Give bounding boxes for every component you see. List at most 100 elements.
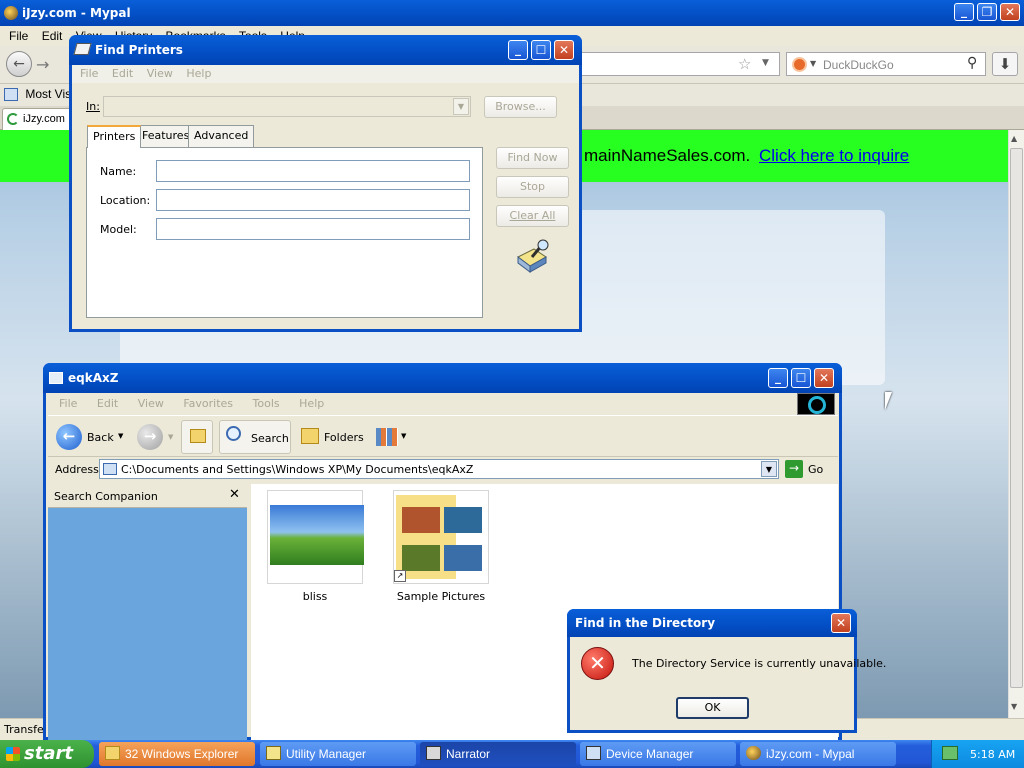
clock[interactable]: 5:18 AM — [970, 748, 1015, 761]
task-device-manager[interactable]: Device Manager — [580, 742, 736, 766]
explorer-title-bar[interactable]: eqkAxZ _ ☐ ✕ — [43, 363, 842, 393]
utility-manager-icon — [266, 746, 281, 760]
page-scrollbar[interactable]: ▲ ▼ — [1008, 130, 1024, 718]
fp-in-dropdown-arrow-icon[interactable]: ▼ — [453, 98, 469, 115]
file-item-name: bliss — [302, 590, 328, 603]
scroll-up-icon[interactable]: ▲ — [1011, 134, 1017, 143]
fp-close-button[interactable]: ✕ — [554, 40, 574, 60]
magnifier-printer-icon — [517, 239, 549, 273]
ex-menu-view[interactable]: View — [133, 397, 169, 410]
duckduckgo-icon[interactable] — [792, 57, 807, 72]
ok-button[interactable]: OK — [676, 697, 749, 719]
fp-menu-help[interactable]: Help — [181, 67, 216, 80]
menu-file[interactable]: File — [4, 29, 33, 43]
back-button[interactable]: ← Back ▼ — [56, 424, 126, 450]
banner-text: mainNameSales.com. — [584, 146, 751, 165]
file-item[interactable]: bliss — [267, 488, 365, 603]
scroll-down-icon[interactable]: ▼ — [1011, 702, 1017, 711]
tab-printers[interactable]: Printers — [87, 125, 142, 148]
browser-title-bar[interactable]: iJzy.com - Mypal _ ❐ ✕ — [0, 0, 1024, 26]
ex-menu-tools[interactable]: Tools — [248, 397, 285, 410]
address-input[interactable]: C:\Documents and Settings\Windows XP\My … — [99, 459, 779, 479]
device-manager-icon — [586, 746, 601, 760]
network-icon[interactable] — [942, 746, 958, 760]
ex-maximize-button[interactable]: ☐ — [791, 368, 811, 388]
find-printers-title-bar[interactable]: Find Printers _ ☐ ✕ — [69, 35, 582, 65]
tab-label: iJzy.com — [23, 113, 65, 125]
tab-advanced[interactable]: Advanced — [188, 125, 255, 147]
back-dropdown-icon[interactable]: ▼ — [118, 432, 123, 440]
views-button[interactable]: ▼ — [370, 420, 410, 454]
go-label[interactable]: Go — [808, 463, 823, 476]
close-button[interactable]: ✕ — [1000, 3, 1020, 21]
address-bar: Address C:\Documents and Settings\Window… — [48, 457, 838, 482]
task-narrator[interactable]: Narrator — [420, 742, 576, 766]
error-icon: ✕ — [581, 647, 614, 680]
up-folder-icon[interactable] — [181, 420, 213, 454]
fp-location-input[interactable] — [156, 189, 470, 211]
search-companion-pane: Search Companion ✕ — [48, 484, 247, 740]
back-arrow-icon[interactable]: ← — [6, 51, 32, 77]
ex-menu-help[interactable]: Help — [294, 397, 329, 410]
minimize-button[interactable]: _ — [954, 3, 974, 21]
tab-features[interactable]: Features — [136, 125, 196, 147]
task-utility-manager[interactable]: Utility Manager — [260, 742, 416, 766]
folder-window-icon — [49, 372, 63, 384]
ex-menu-favorites[interactable]: Favorites — [178, 397, 238, 410]
browser-title: iJzy.com - Mypal — [22, 6, 131, 20]
fp-find-now-button[interactable]: Find Now — [496, 147, 569, 169]
fp-browse-button[interactable]: Browse... — [484, 96, 557, 118]
file-item[interactable]: ↗ Sample Pictures — [393, 488, 491, 603]
bookmark-star-icon[interactable]: ☆ — [738, 55, 751, 73]
fp-menu-bar: File Edit View Help — [72, 65, 579, 83]
fp-name-input[interactable] — [156, 160, 470, 182]
forward-dropdown-icon[interactable]: ▼ — [168, 433, 173, 441]
tab-ijzy[interactable]: iJzy.com — [2, 108, 72, 130]
search-box[interactable]: ▼ DuckDuckGo ⚲ — [786, 52, 986, 76]
search-placeholder: DuckDuckGo — [823, 58, 894, 72]
banner-link[interactable]: Click here to inquire — [759, 146, 909, 166]
find-printers-title: Find Printers — [95, 43, 183, 57]
url-dropdown-icon[interactable]: ▼ — [762, 58, 769, 68]
task-mypal[interactable]: iJzy.com - Mypal — [740, 742, 896, 766]
forward-arrow-icon[interactable]: → — [137, 424, 163, 450]
browser-app-icon — [4, 6, 18, 20]
dialog-message: The Directory Service is currently unava… — [632, 657, 887, 670]
folder-group-icon — [105, 746, 120, 760]
search-icon[interactable]: ⚲ — [967, 55, 977, 71]
ex-close-button[interactable]: ✕ — [814, 368, 834, 388]
fp-stop-button[interactable]: Stop — [496, 176, 569, 198]
address-dropdown-icon[interactable]: ▼ — [761, 461, 777, 477]
fp-clear-all-button[interactable]: Clear All — [496, 205, 569, 227]
task-windows-explorer[interactable]: 32 Windows Explorer — [99, 742, 255, 766]
menu-edit[interactable]: Edit — [37, 29, 68, 43]
fp-menu-view[interactable]: View — [142, 67, 178, 80]
find-directory-dialog: Find in the Directory ✕ ✕ The Directory … — [567, 609, 886, 733]
fp-menu-edit[interactable]: Edit — [107, 67, 138, 80]
fp-printers-panel: Name: Location: Model: — [86, 147, 483, 318]
folders-label: Folders — [324, 431, 364, 444]
download-icon[interactable]: ⬇ — [992, 52, 1018, 76]
forward-arrow-icon[interactable]: → — [36, 55, 49, 74]
pane-close-icon[interactable]: ✕ — [229, 487, 240, 502]
fp-menu-file[interactable]: File — [75, 67, 103, 80]
scroll-thumb[interactable] — [1010, 148, 1023, 688]
ex-menu-edit[interactable]: Edit — [92, 397, 123, 410]
task-label: 32 Windows Explorer — [125, 747, 239, 761]
start-button[interactable]: start — [0, 740, 94, 768]
fp-model-input[interactable] — [156, 218, 470, 240]
search-button[interactable]: Search — [219, 420, 291, 454]
search-label: Search — [251, 432, 289, 445]
ex-menu-file[interactable]: File — [54, 397, 82, 410]
fp-in-dropdown[interactable]: ▼ — [103, 96, 471, 117]
fp-minimize-button[interactable]: _ — [508, 40, 528, 60]
fp-maximize-button[interactable]: ☐ — [531, 40, 551, 60]
views-dropdown-icon: ▼ — [401, 432, 407, 440]
url-bar[interactable]: ☆ ▼ — [580, 52, 780, 76]
ex-minimize-button[interactable]: _ — [768, 368, 788, 388]
dialog-close-button[interactable]: ✕ — [831, 613, 851, 633]
dialog-title-bar[interactable]: Find in the Directory ✕ — [567, 609, 857, 637]
folders-button[interactable]: Folders — [297, 420, 364, 454]
maximize-button[interactable]: ❐ — [977, 3, 997, 21]
go-arrow-icon[interactable]: → — [785, 460, 803, 478]
